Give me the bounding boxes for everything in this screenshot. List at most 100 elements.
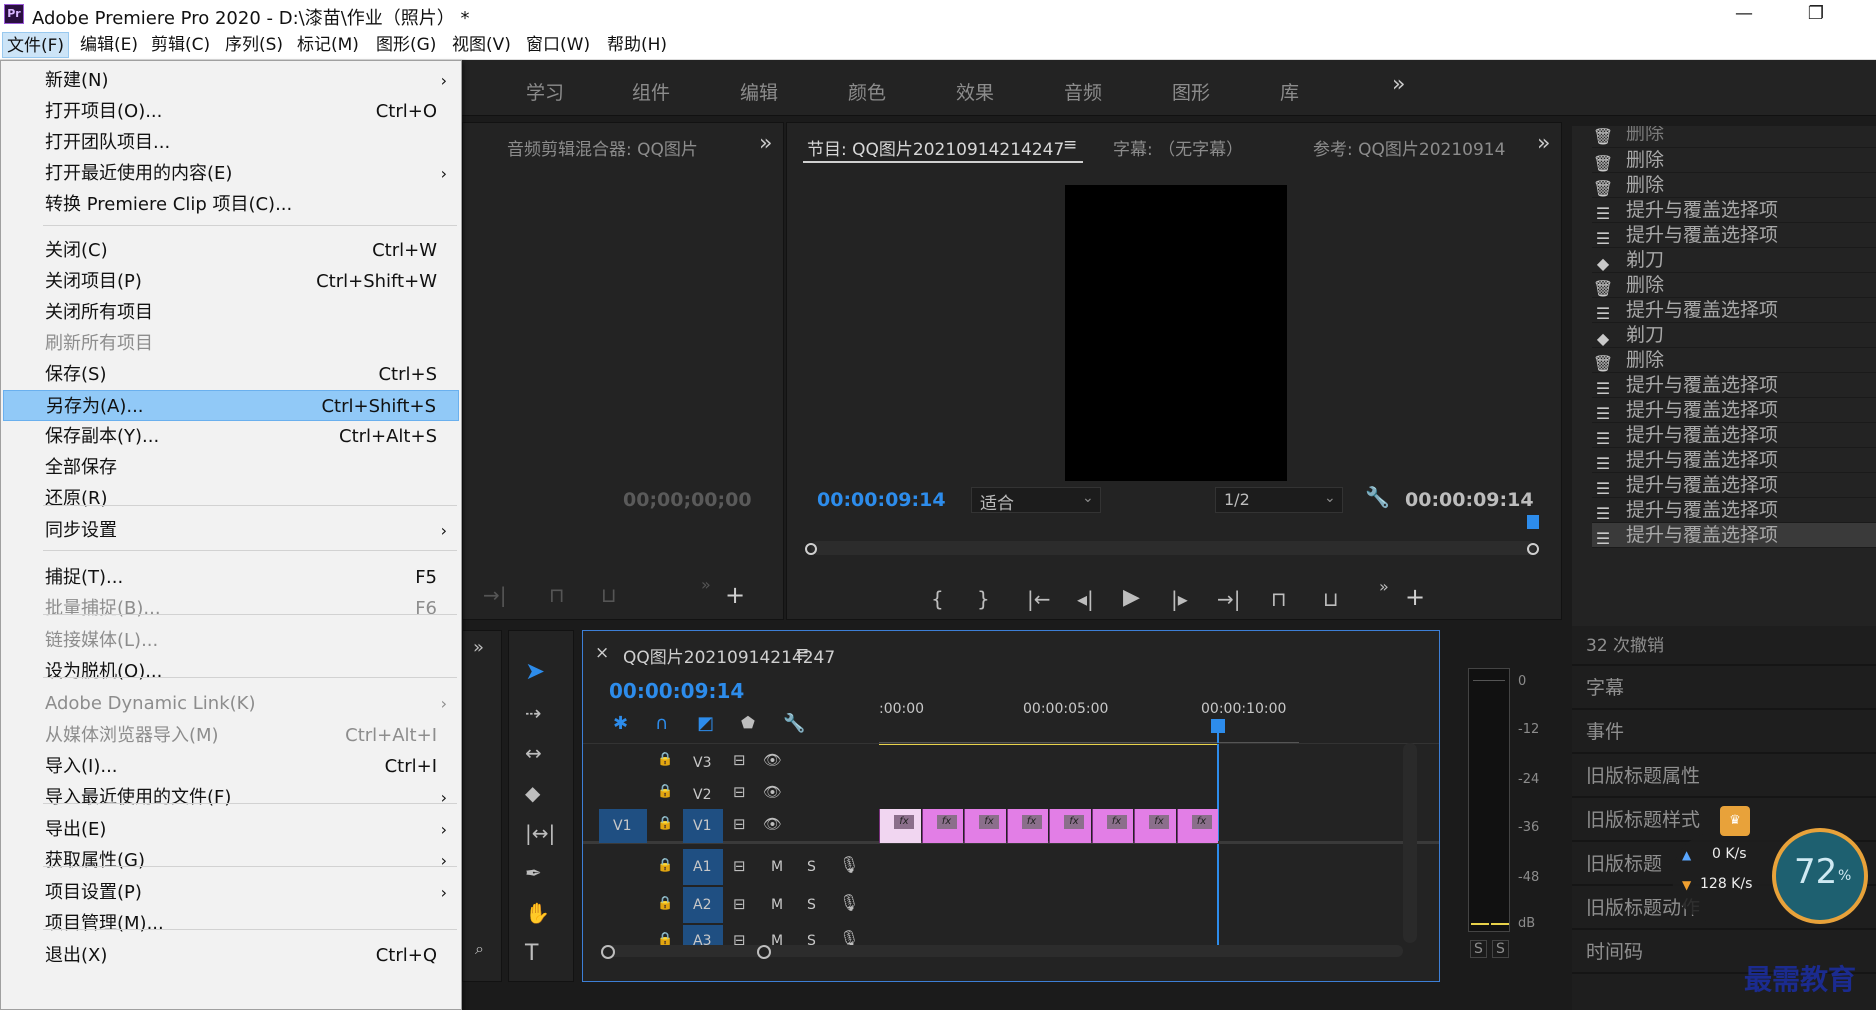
toggle-sync-lock-icon[interactable]: ⊟ bbox=[733, 753, 746, 768]
tab-audio-clip-mixer[interactable]: 音频剪辑混合器: QQ图片 bbox=[507, 135, 698, 160]
lock-icon[interactable]: 🔒 bbox=[657, 785, 673, 798]
history-item[interactable]: ◆ 剃刀 bbox=[1592, 323, 1876, 348]
file-menu-item[interactable]: 关闭(C) Ctrl+W bbox=[3, 235, 459, 266]
scrubber-start-handle[interactable] bbox=[805, 543, 817, 555]
menu-clip[interactable]: 剪辑(C) bbox=[147, 32, 214, 58]
program-scrubber[interactable] bbox=[811, 541, 1535, 555]
extract-icon[interactable]: ⊔ bbox=[601, 585, 617, 605]
resolution-dropdown[interactable]: 1/2 ⌄ bbox=[1215, 487, 1343, 513]
add-button-icon[interactable]: + bbox=[725, 583, 745, 607]
timeline-clip[interactable]: fx bbox=[1176, 809, 1218, 843]
microphone-icon[interactable]: 🎙 bbox=[839, 857, 859, 873]
workspace-learn[interactable]: 学习 bbox=[526, 78, 564, 105]
file-menu-item[interactable]: 打开团队项目... bbox=[3, 127, 459, 158]
tab-program[interactable]: 节目: QQ图片20210914214247 bbox=[807, 135, 1064, 160]
menu-sequence[interactable]: 序列(S) bbox=[221, 32, 287, 58]
ripple-edit-tool-icon[interactable]: ↔ bbox=[525, 743, 542, 763]
file-menu-item[interactable]: 导入(I)... Ctrl+I bbox=[3, 751, 459, 782]
workspace-color[interactable]: 颜色 bbox=[848, 78, 886, 105]
file-menu-item[interactable]: 打开最近使用的内容(E) › bbox=[3, 158, 459, 189]
add-button-icon[interactable]: + bbox=[1405, 585, 1425, 609]
slip-tool-icon[interactable]: |↔| bbox=[525, 823, 555, 843]
eye-icon[interactable]: 👁 bbox=[763, 817, 782, 832]
file-menu-item[interactable]: 关闭项目(P) Ctrl+Shift+W bbox=[3, 266, 459, 297]
go-to-out-icon[interactable]: →| bbox=[1217, 589, 1241, 609]
file-menu-item[interactable]: 导出(E) › bbox=[3, 814, 459, 845]
linked-selection-icon[interactable]: ∩ bbox=[655, 715, 668, 733]
extract-icon[interactable]: ⊔ bbox=[1323, 589, 1339, 609]
history-item[interactable]: ◆ 剃刀 bbox=[1592, 248, 1876, 273]
history-item-partial[interactable]: 🗑 删除 bbox=[1592, 126, 1876, 148]
workspace-libraries[interactable]: 库 bbox=[1280, 78, 1299, 105]
history-item[interactable]: ☰ 提升与覆盖选择项 bbox=[1592, 398, 1876, 423]
snap-icon[interactable]: ✱ bbox=[613, 715, 628, 733]
file-menu-item[interactable]: 还原(R) bbox=[3, 483, 459, 514]
go-to-in-icon[interactable]: |← bbox=[1027, 589, 1051, 609]
mute-button[interactable]: M bbox=[771, 859, 783, 875]
track-v3-label[interactable]: V3 bbox=[693, 755, 711, 771]
lock-icon[interactable]: 🔒 bbox=[657, 753, 673, 766]
file-menu-item[interactable]: 关闭所有项目 bbox=[3, 297, 459, 328]
toggle-sync-lock-icon[interactable]: ⊟ bbox=[733, 897, 746, 912]
playhead-marker[interactable] bbox=[1527, 515, 1539, 529]
menu-view[interactable]: 视图(V) bbox=[448, 32, 515, 58]
eye-icon[interactable]: 👁 bbox=[763, 753, 782, 768]
step-forward-icon[interactable]: →| bbox=[483, 585, 507, 605]
menu-marker[interactable]: 标记(M) bbox=[293, 32, 363, 58]
play-icon[interactable]: ▶ bbox=[1123, 587, 1140, 609]
panel-events[interactable]: 事件 bbox=[1572, 710, 1876, 754]
timeline-clip[interactable]: fx bbox=[1091, 809, 1133, 843]
toggle-sync-lock-icon[interactable]: ⊟ bbox=[733, 859, 746, 874]
history-item[interactable]: ☰ 提升与覆盖选择项 bbox=[1592, 423, 1876, 448]
file-menu-item[interactable]: 保存(S) Ctrl+S bbox=[3, 359, 459, 390]
file-menu-item[interactable]: 项目设置(P) › bbox=[3, 877, 459, 908]
file-menu-item[interactable]: 获取属性(G) › bbox=[3, 845, 459, 876]
mute-button[interactable]: M bbox=[771, 897, 783, 913]
razor-tool-icon[interactable]: ◆ bbox=[525, 783, 540, 803]
menu-edit[interactable]: 编辑(E) bbox=[76, 32, 142, 58]
meter-solo-right[interactable]: S bbox=[1492, 940, 1509, 958]
file-menu-item[interactable]: 另存为(A)... Ctrl+Shift+S bbox=[3, 390, 459, 421]
file-menu-item[interactable]: 新建(N) › bbox=[3, 65, 459, 96]
time-ruler[interactable] bbox=[879, 727, 1299, 743]
hand-tool-icon[interactable]: ✋ bbox=[525, 903, 550, 923]
history-item[interactable]: ☰ 提升与覆盖选择项 bbox=[1592, 298, 1876, 323]
timeline-clip[interactable]: fx bbox=[1006, 809, 1048, 843]
history-item[interactable]: ☰ 提升与覆盖选择项 bbox=[1592, 223, 1876, 248]
transport-overflow-icon[interactable]: » bbox=[1379, 579, 1389, 595]
menu-window[interactable]: 窗口(W) bbox=[522, 32, 594, 58]
selection-tool-icon[interactable]: ➤ bbox=[525, 659, 545, 683]
history-item[interactable]: ☰ 提升与覆盖选择项 bbox=[1592, 523, 1876, 548]
tab-reference[interactable]: 参考: QQ图片20210914 bbox=[1313, 135, 1505, 160]
lock-icon[interactable]: 🔒 bbox=[657, 897, 673, 910]
file-menu-item[interactable]: 导入最近使用的文件(F) › bbox=[3, 782, 459, 813]
minimize-button[interactable]: — bbox=[1714, 0, 1774, 30]
file-menu-item[interactable]: 保存副本(Y)... Ctrl+Alt+S bbox=[3, 421, 459, 452]
meter-solo-left[interactable]: S bbox=[1470, 940, 1487, 958]
step-forward-frame-icon[interactable]: |▸ bbox=[1171, 589, 1188, 609]
add-marker-icon[interactable]: ⬟ bbox=[741, 715, 755, 731]
timeline-clip[interactable]: fx bbox=[1049, 809, 1091, 843]
overflow-icon[interactable]: » bbox=[473, 639, 484, 657]
vertical-scrollbar[interactable] bbox=[1403, 743, 1417, 943]
timeline-close-icon[interactable]: × bbox=[595, 643, 609, 663]
history-item[interactable]: ☰ 提升与覆盖选择项 bbox=[1592, 498, 1876, 523]
search-icon[interactable]: ⌕ bbox=[475, 941, 484, 957]
workspace-assembly[interactable]: 组件 bbox=[632, 78, 670, 105]
pen-tool-icon[interactable]: ✒ bbox=[525, 863, 542, 883]
sequence-menu-icon[interactable]: ≡ bbox=[795, 643, 809, 663]
timeline-clip[interactable]: fx bbox=[921, 809, 963, 843]
microphone-icon[interactable]: 🎙 bbox=[839, 895, 859, 911]
panel-captions[interactable]: 字幕 bbox=[1572, 666, 1876, 710]
lock-icon[interactable]: 🔒 bbox=[657, 859, 673, 872]
history-item[interactable]: 🗑 删除 bbox=[1592, 173, 1876, 198]
lock-icon[interactable]: 🔒 bbox=[657, 817, 673, 830]
file-menu-item[interactable]: 同步设置 › bbox=[3, 515, 459, 546]
restore-button[interactable]: ❐ bbox=[1786, 0, 1846, 30]
mark-in-icon[interactable]: { bbox=[931, 589, 944, 609]
menu-file[interactable]: 文件(F) bbox=[2, 32, 70, 58]
program-menu-icon[interactable]: ≡ bbox=[1063, 135, 1077, 155]
history-item[interactable]: 🗑 删除 bbox=[1592, 148, 1876, 173]
horizontal-zoom-scrollbar[interactable] bbox=[603, 945, 1403, 957]
workspace-graphics[interactable]: 图形 bbox=[1172, 78, 1210, 105]
